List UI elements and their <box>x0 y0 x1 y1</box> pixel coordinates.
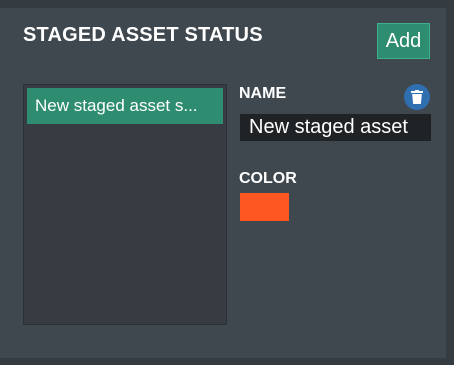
list-item[interactable]: New staged asset s... <box>27 88 223 124</box>
name-field[interactable] <box>240 114 431 141</box>
trash-icon <box>411 90 423 104</box>
color-swatch[interactable] <box>240 193 289 221</box>
bottom-border <box>0 358 454 365</box>
staged-asset-list: New staged asset s... <box>23 84 227 325</box>
top-border <box>0 0 454 8</box>
delete-button[interactable] <box>404 84 430 110</box>
right-border <box>446 0 454 365</box>
add-button[interactable]: Add <box>377 23 430 59</box>
name-label: NAME <box>239 85 287 102</box>
color-label: COLOR <box>239 170 297 187</box>
panel-title: STAGED ASSET STATUS <box>23 24 263 46</box>
